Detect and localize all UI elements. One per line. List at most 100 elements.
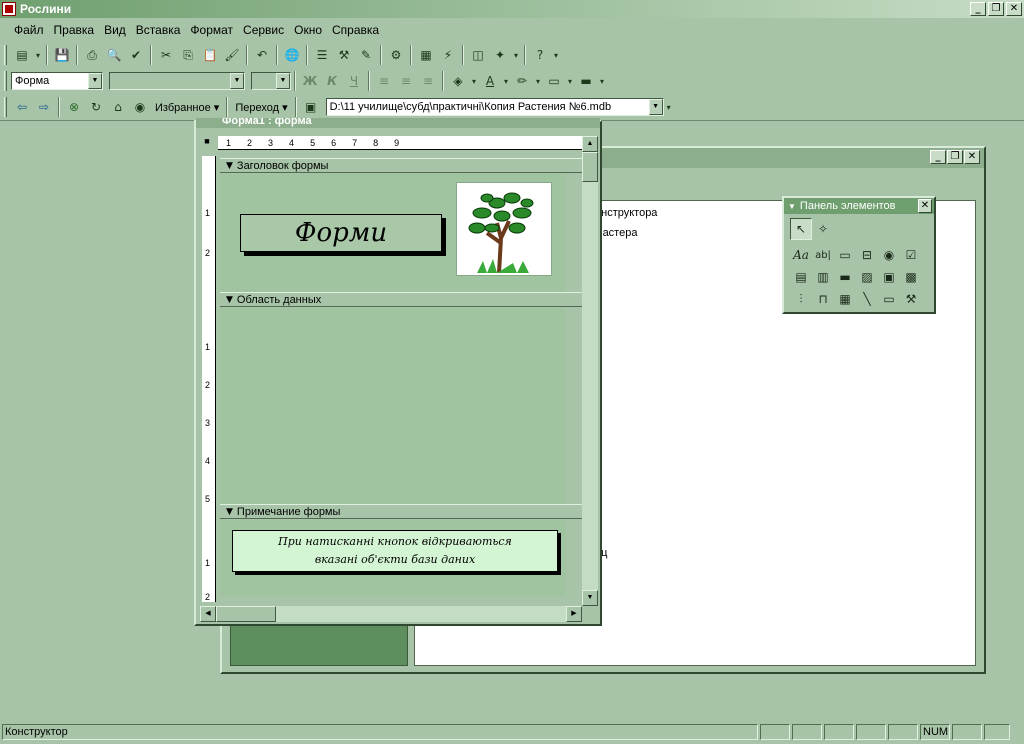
special-effect-dropdown-icon[interactable]: ▾ xyxy=(597,71,607,91)
forward-icon[interactable]: ⇨ xyxy=(33,97,55,117)
toolbox-close-button[interactable]: ✕ xyxy=(918,199,932,213)
command-button-icon[interactable]: ▬ xyxy=(834,266,856,288)
checkbox-icon[interactable]: ☑ xyxy=(900,244,922,266)
subform-icon[interactable]: ▦ xyxy=(834,288,856,310)
copy-icon[interactable]: ⎘ xyxy=(177,45,199,65)
image-icon[interactable]: ▨ xyxy=(856,266,878,288)
save-icon[interactable]: 💾 xyxy=(51,45,73,65)
object-combo[interactable]: Форма ▼ xyxy=(11,72,103,90)
hyperlink-icon[interactable]: 🌐 xyxy=(281,45,303,65)
db-restore-button[interactable]: ❐ xyxy=(947,150,963,164)
align-center-icon[interactable]: ≡ xyxy=(395,71,417,91)
refresh-icon[interactable]: ↻ xyxy=(85,97,107,117)
menu-help[interactable]: Справка xyxy=(328,23,385,37)
toggle-button-icon[interactable]: ⊟ xyxy=(856,244,878,266)
db-minimize-button[interactable]: _ xyxy=(930,150,946,164)
restore-button[interactable]: ❐ xyxy=(988,2,1004,16)
font-combo[interactable]: ▼ xyxy=(109,72,245,90)
cut-icon[interactable]: ✂ xyxy=(155,45,177,65)
vertical-scrollbar[interactable]: ▲ ▼ xyxy=(582,136,598,606)
align-left-icon[interactable]: ≡ xyxy=(373,71,395,91)
home-icon[interactable]: ⌂ xyxy=(107,97,129,117)
line-width-icon[interactable]: ▭ xyxy=(543,71,565,91)
detail-area[interactable] xyxy=(220,308,566,504)
font-color-icon[interactable]: A xyxy=(479,71,501,91)
combobox-icon[interactable]: ▤ xyxy=(790,266,812,288)
select-form-box[interactable]: ■ xyxy=(200,136,214,150)
minimize-button[interactable]: _ xyxy=(970,2,986,16)
fill-dropdown-icon[interactable]: ▾ xyxy=(469,71,479,91)
search-web-icon[interactable]: ◉ xyxy=(129,97,151,117)
builder-icon[interactable]: ⚡ xyxy=(437,45,459,65)
unbound-object-icon[interactable]: ▣ xyxy=(878,266,900,288)
format-painter-icon[interactable]: 🖌 xyxy=(221,45,243,65)
tree-image[interactable] xyxy=(456,182,552,276)
menu-file[interactable]: Файл xyxy=(10,23,50,37)
show-only-web-icon[interactable]: ▣ xyxy=(300,97,322,117)
toolbar-options-icon[interactable]: ▾ xyxy=(664,97,674,117)
toolbox-icon[interactable]: ⚒ xyxy=(333,45,355,65)
favorites-button[interactable]: Избранное ▾ xyxy=(151,101,223,114)
code-icon[interactable]: ⚙ xyxy=(385,45,407,65)
menu-edit[interactable]: Правка xyxy=(50,23,101,37)
menu-format[interactable]: Формат xyxy=(186,23,239,37)
select-objects-icon[interactable]: ↖ xyxy=(790,218,812,240)
db-close-button[interactable]: ✕ xyxy=(964,150,980,164)
horizontal-scrollbar[interactable]: ◀ ▶ xyxy=(200,606,582,622)
listbox-icon[interactable]: ▥ xyxy=(812,266,834,288)
font-color-dropdown-icon[interactable]: ▾ xyxy=(501,71,511,91)
spelling-icon[interactable]: ✔ xyxy=(125,45,147,65)
underline-button[interactable]: Ч xyxy=(343,71,365,91)
app-icon[interactable] xyxy=(2,2,16,16)
more-controls-icon[interactable]: ⚒ xyxy=(900,288,922,310)
address-combo[interactable]: D:\11 училище\субд\практичні\Копия Расте… xyxy=(325,98,664,116)
menu-tools[interactable]: Сервис xyxy=(239,23,290,37)
stop-icon[interactable]: ⊗ xyxy=(63,97,85,117)
detail-section-bar[interactable]: ▼ Область данных xyxy=(220,292,582,307)
view-dropdown-icon[interactable]: ▾ xyxy=(33,45,43,65)
line-icon[interactable]: ╲ xyxy=(856,288,878,310)
page-break-icon[interactable]: ⫶ xyxy=(790,288,812,310)
form-footer-area[interactable]: При натисканні кнопок відкриваються вказ… xyxy=(220,520,566,596)
close-button[interactable]: ✕ xyxy=(1006,2,1022,16)
new-object-dropdown-icon[interactable]: ▾ xyxy=(511,45,521,65)
help-icon[interactable]: ? xyxy=(529,45,551,65)
toolbox-titlebar[interactable]: ▼ Панель элементов xyxy=(784,198,934,214)
back-icon[interactable]: ⇦ xyxy=(11,97,33,117)
paste-icon[interactable]: 📋 xyxy=(199,45,221,65)
menu-window[interactable]: Окно xyxy=(290,23,328,37)
rectangle-icon[interactable]: ▭ xyxy=(878,288,900,310)
form-footer-bar[interactable]: ▼ Примечание формы xyxy=(220,504,582,519)
size-combo[interactable]: ▼ xyxy=(251,72,291,90)
special-effect-icon[interactable]: ▬ xyxy=(575,71,597,91)
italic-button[interactable]: К xyxy=(321,71,343,91)
option-button-icon[interactable]: ◉ xyxy=(878,244,900,266)
line-color-dropdown-icon[interactable]: ▾ xyxy=(533,71,543,91)
form-header-bar[interactable]: ▼ Заголовок формы xyxy=(220,158,582,173)
align-right-icon[interactable]: ≡ xyxy=(417,71,439,91)
footer-note-label[interactable]: При натисканні кнопок відкриваються вказ… xyxy=(232,530,558,572)
autoformat-icon[interactable]: ✎ xyxy=(355,45,377,65)
line-width-dropdown-icon[interactable]: ▾ xyxy=(565,71,575,91)
form-header-area[interactable]: Форми xyxy=(220,174,566,294)
help-dropdown-icon[interactable]: ▾ xyxy=(551,45,561,65)
new-object-icon[interactable]: ✦ xyxy=(489,45,511,65)
go-button[interactable]: Переход ▾ xyxy=(231,101,291,114)
option-group-icon[interactable]: ▭ xyxy=(834,244,856,266)
bold-button[interactable]: Ж xyxy=(299,71,321,91)
print-icon[interactable]: ⎙ xyxy=(81,45,103,65)
database-window-icon[interactable]: ◫ xyxy=(467,45,489,65)
bound-object-icon[interactable]: ▩ xyxy=(900,266,922,288)
textbox-icon[interactable]: ab| xyxy=(812,244,834,266)
control-wizards-icon[interactable]: ✧ xyxy=(812,218,834,240)
undo-icon[interactable]: ↶ xyxy=(251,45,273,65)
fill-color-icon[interactable]: ◈ xyxy=(447,71,469,91)
menu-insert[interactable]: Вставка xyxy=(132,23,187,37)
tab-control-icon[interactable]: ⊓ xyxy=(812,288,834,310)
properties-icon[interactable]: ▦ xyxy=(415,45,437,65)
label-icon[interactable]: Aa xyxy=(790,244,812,266)
view-icon[interactable]: ▤ xyxy=(11,45,33,65)
menu-view[interactable]: Вид xyxy=(100,23,132,37)
line-color-icon[interactable]: ✏ xyxy=(511,71,533,91)
field-list-icon[interactable]: ☰ xyxy=(311,45,333,65)
